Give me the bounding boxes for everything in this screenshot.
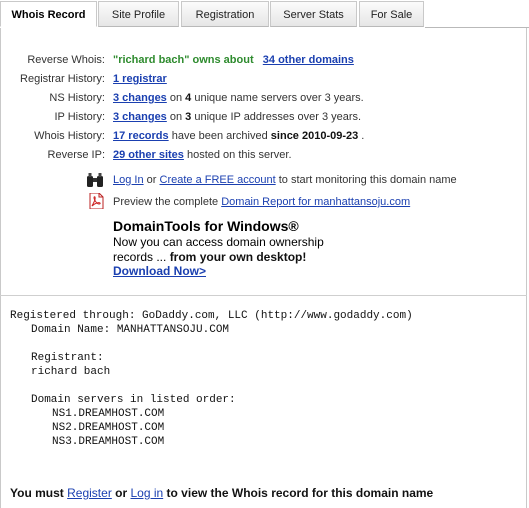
login-notice: You must Register or Log in to view the … — [10, 486, 433, 500]
ip-history-value: 3 changes on 3 unique IP addresses over … — [113, 109, 361, 125]
pdf-icon — [88, 192, 106, 210]
monitor-or: or — [143, 174, 160, 186]
owner-text: "richard bach" owns about — [113, 54, 254, 66]
ns-history-label: NS History: — [49, 92, 105, 104]
monitor-post: to start monitoring this domain name — [275, 174, 457, 186]
notice-or: or — [111, 486, 131, 500]
whois-line-registrant: Registrant: — [31, 352, 104, 364]
whois-line-domain: Domain Name: MANHATTANSOJU.COM — [31, 324, 230, 336]
download-now-link[interactable]: Download Now> — [113, 264, 206, 278]
reverse-whois-value: "richard bach" owns about 34 other domai… — [113, 52, 354, 68]
promo-line-2: records ... from your own desktop! — [113, 250, 306, 264]
reverse-whois-row: Reverse Whois: "richard bach" owns about… — [0, 52, 529, 68]
ip-post: unique IP addresses over 3 years. — [191, 111, 362, 123]
reverse-ip-post: hosted on this server. — [183, 149, 292, 161]
tab-for-sale[interactable]: For Sale — [359, 1, 424, 27]
domain-report-link[interactable]: Domain Report for manhattansoju.com — [221, 196, 410, 208]
records-link[interactable]: 17 records — [113, 130, 169, 142]
create-account-link[interactable]: Create a FREE account — [160, 174, 276, 186]
whois-history-row: Whois History: 17 records have been arch… — [0, 128, 529, 144]
registrar-link[interactable]: 1 registrar — [113, 73, 167, 85]
registrar-history-value: 1 registrar — [113, 71, 167, 87]
whois-post: . — [358, 130, 365, 142]
other-domains-link[interactable]: 34 other domains — [263, 54, 354, 66]
tab-server-stats[interactable]: Server Stats — [270, 1, 357, 27]
reverse-whois-label: Reverse Whois: — [27, 54, 105, 66]
binoculars-icon — [86, 172, 104, 188]
ns-pre: on — [166, 92, 186, 104]
registrar-history-label: Registrar History: — [20, 73, 105, 85]
tab-bar: Whois Record Site Profile Registration S… — [0, 0, 529, 28]
tab-registration[interactable]: Registration — [181, 1, 269, 27]
register-link[interactable]: Register — [67, 486, 112, 500]
reverse-ip-label: Reverse IP: — [47, 149, 105, 161]
download-row: Download Now> — [113, 264, 206, 278]
whois-pre: have been archived — [168, 130, 271, 142]
whois-since: since 2010-09-23 — [270, 130, 359, 142]
ip-changes-link[interactable]: 3 changes — [113, 111, 167, 123]
notice-login-link[interactable]: Log in — [130, 486, 163, 500]
notice-post: to view the Whois record for this domain… — [163, 486, 434, 500]
registrar-history-row: Registrar History: 1 registrar — [0, 71, 529, 87]
whois-ns1: NS1.DREAMHOST.COM — [52, 408, 165, 420]
preview-row: Preview the complete Domain Report for m… — [113, 194, 410, 210]
other-sites-link[interactable]: 29 other sites — [113, 149, 184, 161]
separator — [0, 295, 527, 296]
tab-whois-record[interactable]: Whois Record — [0, 1, 97, 27]
ip-history-row: IP History: 3 changes on 3 unique IP add… — [0, 109, 529, 125]
tab-site-profile[interactable]: Site Profile — [98, 1, 179, 27]
notice-pre: You must — [10, 486, 68, 500]
whois-line-registered: Registered through: GoDaddy.com, LLC (ht… — [10, 310, 413, 322]
whois-ns3: NS3.DREAMHOST.COM — [52, 436, 165, 448]
promo-line-2-pre: records ... — [113, 250, 170, 264]
ip-history-label: IP History: — [54, 111, 105, 123]
reverse-ip-value: 29 other sites hosted on this server. — [113, 147, 292, 163]
whois-history-label: Whois History: — [34, 130, 105, 142]
reverse-ip-row: Reverse IP: 29 other sites hosted on thi… — [0, 147, 529, 163]
whois-line-registrant-name: richard bach — [31, 366, 111, 378]
monitor-row: Log In or Create a FREE account to start… — [113, 172, 457, 188]
whois-line-servers: Domain servers in listed order: — [31, 394, 236, 406]
whois-ns2: NS2.DREAMHOST.COM — [52, 422, 165, 434]
preview-pre: Preview the complete — [113, 196, 222, 208]
ip-pre: on — [166, 111, 186, 123]
ns-changes-link[interactable]: 3 changes — [113, 92, 167, 104]
promo-line-1: Now you can access domain ownership — [113, 235, 324, 249]
promo-line-2-bold: from your own desktop! — [169, 250, 307, 264]
login-link[interactable]: Log In — [113, 174, 144, 186]
ns-history-row: NS History: 3 changes on 4 unique name s… — [0, 90, 529, 106]
ns-post: unique name servers over 3 years. — [191, 92, 364, 104]
ns-history-value: 3 changes on 4 unique name servers over … — [113, 90, 364, 106]
promo-title: DomainTools for Windows® — [113, 218, 299, 234]
whois-history-value: 17 records have been archived since 2010… — [113, 128, 364, 144]
